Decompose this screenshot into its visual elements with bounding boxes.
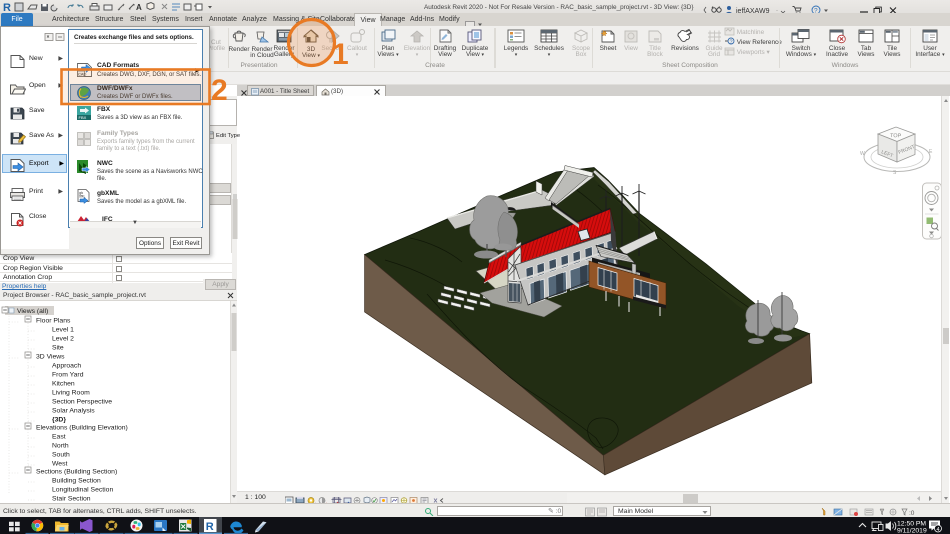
svg-text:W: W <box>860 151 865 157</box>
svg-text:East: East <box>52 434 66 441</box>
svg-text:{3D}: {3D} <box>52 417 66 424</box>
svg-text:3D Views: 3D Views <box>36 354 65 361</box>
svg-text:North: North <box>52 443 69 450</box>
svg-text:E: E <box>929 149 933 155</box>
svg-text:West: West <box>52 461 67 468</box>
svg-text:Floor Plans: Floor Plans <box>36 318 71 325</box>
svg-text:Views (all): Views (all) <box>17 308 48 315</box>
svg-text:Solar Analysis: Solar Analysis <box>52 408 95 415</box>
svg-text:R: R <box>206 521 214 533</box>
svg-text:Site: Site <box>52 345 64 352</box>
svg-text:4: 4 <box>937 527 940 533</box>
svg-text:Longitudinal Section: Longitudinal Section <box>52 487 113 494</box>
svg-text:12:50 PM: 12:50 PM <box>897 521 926 528</box>
svg-text:R: R <box>3 2 11 13</box>
svg-text:Kitchen: Kitchen <box>52 381 75 388</box>
svg-text:FBX: FBX <box>79 115 87 120</box>
svg-text:Section Perspective: Section Perspective <box>52 399 112 406</box>
svg-text:?: ? <box>730 40 733 46</box>
svg-text:TOP: TOP <box>890 133 902 139</box>
svg-text:From Yard: From Yard <box>52 372 84 379</box>
svg-text:Stair Section: Stair Section <box>52 496 91 503</box>
svg-text:Living Room: Living Room <box>52 390 90 397</box>
svg-text::0: :0 <box>909 510 915 517</box>
svg-text:9/11/2019: 9/11/2019 <box>897 528 927 534</box>
svg-text:Elevations (Building Elevation: Elevations (Building Elevation) <box>36 425 128 432</box>
svg-text:Level 2: Level 2 <box>52 336 74 343</box>
svg-text:Level 1: Level 1 <box>52 327 74 334</box>
svg-text:Approach: Approach <box>52 363 81 370</box>
svg-text:Building Section: Building Section <box>52 478 101 485</box>
svg-text:CAD: CAD <box>78 72 87 77</box>
svg-text:A: A <box>136 3 142 12</box>
svg-text:South: South <box>52 452 70 459</box>
svg-text:S: S <box>893 170 897 176</box>
svg-text:Sections (Building Section): Sections (Building Section) <box>36 469 117 476</box>
